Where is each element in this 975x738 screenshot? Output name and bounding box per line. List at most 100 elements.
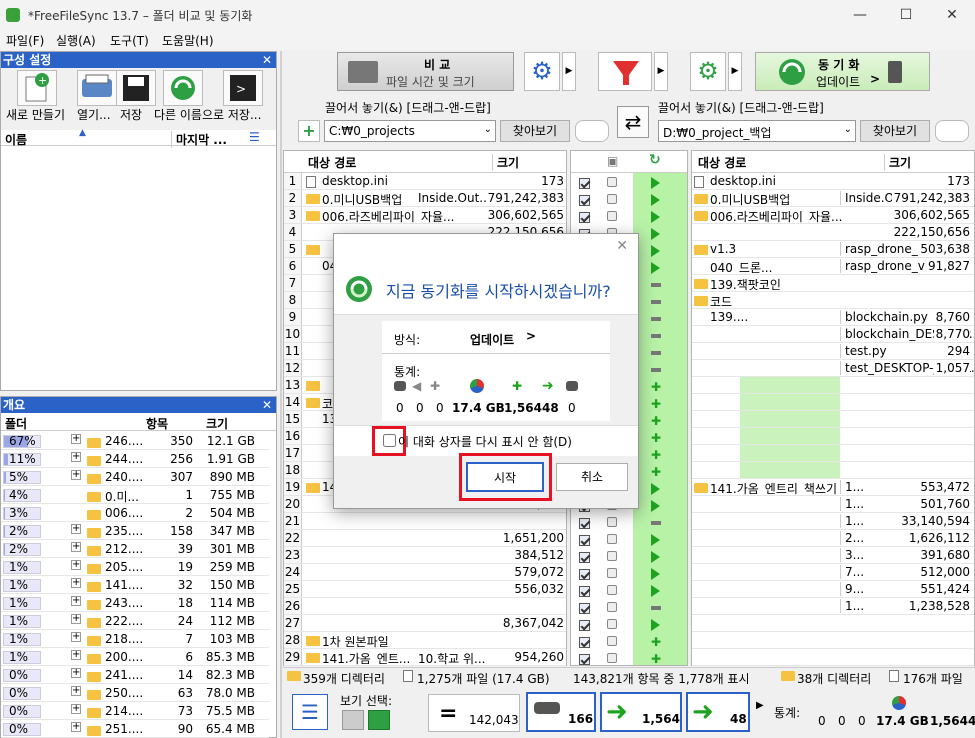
col-last-sync[interactable]: 마지막 ... [171,131,227,148]
overview-row[interactable]: 1% +141.... 32 150 MB [1,577,269,594]
table-row[interactable]: 7... 512,000 [692,564,974,581]
right-cloud-icon[interactable] [935,120,969,142]
select-checkbox[interactable] [579,534,590,548]
select-checkbox[interactable] [579,636,590,650]
select-checkbox[interactable] [579,653,590,667]
table-row[interactable]: 141.가옴_엔트리_책쓰기 1... 553,472 [692,479,974,496]
overview-row[interactable]: 0% +250.... 63 78.0 MB [1,685,269,702]
overview-row[interactable]: 2% +235.... 158 347 MB [1,523,269,540]
minimize-button[interactable]: — [837,0,883,30]
table-row[interactable]: v1.3 rasp_drone_v13.pcb 503,638 [692,241,974,258]
overview-row[interactable]: 67% +246.... 350 12.1 GB [1,433,269,450]
right-col-size[interactable]: 크기 [884,154,911,171]
table-row[interactable]: test.py 294 [692,343,974,360]
table-row[interactable]: blockchain_DESKTOP... 8,770 [692,326,974,343]
table-row[interactable]: desktop.ini 173 [692,173,974,190]
save-as-button[interactable] [163,70,203,106]
middle-row[interactable] [571,175,687,192]
overview-row[interactable]: 1% +222.... 24 112 MB [1,613,269,630]
expand-icon[interactable]: + [71,614,81,624]
table-row[interactable]: 0.미니USB백업 Inside.Out... 791,242,383 [692,190,974,207]
table-row[interactable]: 22 1,651,200 [284,530,566,547]
table-row[interactable]: 1... 501,760 [692,496,974,513]
table-row[interactable]: 3 006.라즈베리파이_자율... 306,602,565 [284,207,566,224]
middle-row[interactable]: ✚ [571,634,687,651]
filter-button[interactable] [598,52,652,91]
overview-row[interactable]: 0% +214.... 73 75.5 MB [1,703,269,720]
file-list-icon[interactable]: ☰ [292,694,328,730]
overview-row[interactable]: 0% +241.... 14 82.3 MB [1,667,269,684]
expand-icon[interactable]: + [71,650,81,660]
middle-row[interactable]: ✚ [571,651,687,668]
table-row[interactable]: 1... 1,238,528 [692,598,974,615]
expand-icon[interactable]: + [71,668,81,678]
table-row[interactable]: 코드 [692,292,974,309]
expand-icon[interactable]: + [71,470,81,480]
expand-icon[interactable]: + [71,722,81,732]
expand-icon[interactable]: + [71,632,81,642]
config-panel-close-icon[interactable]: ✕ [262,52,272,68]
table-row[interactable]: 139.잭팟코인 [692,275,974,292]
table-row[interactable]: 1 desktop.ini 173 [284,173,566,190]
table-row[interactable]: 006.라즈베리파이_자율... 306,602,565 [692,207,974,224]
dont-show-again-checkbox[interactable] [383,434,396,447]
overview-row[interactable]: 1% +218.... 7 103 MB [1,631,269,648]
left-cloud-icon[interactable] [575,120,609,142]
table-row[interactable] [692,462,974,479]
table-row[interactable]: 29 141.가옴_엔트... 10.학교 위... 954,260 [284,649,566,666]
expand-icon[interactable]: + [71,578,81,588]
select-checkbox[interactable] [579,517,590,531]
sync-settings-dropdown-icon[interactable]: ▶ [728,52,742,91]
table-row[interactable]: 1... 33,140,594 [692,513,974,530]
select-checkbox[interactable] [579,211,590,225]
view-action-icon[interactable] [368,710,390,730]
menu-help[interactable]: 도움말(H) [162,32,214,49]
table-row[interactable] [692,428,974,445]
table-row[interactable]: 23 384,512 [284,547,566,564]
filter-create-button[interactable]: ➜ 1,564 [600,692,682,732]
select-checkbox[interactable] [579,585,590,599]
expand-icon[interactable]: + [71,524,81,534]
overview-row[interactable]: 1% +200.... 6 85.3 MB [1,649,269,666]
table-row[interactable]: 24 579,072 [284,564,566,581]
table-row[interactable]: 21 [284,513,566,530]
table-row[interactable]: 3... 391,680 [692,547,974,564]
expand-icon[interactable]: + [71,452,81,462]
menu-tools[interactable]: 도구(T) [110,32,149,49]
dialog-close-icon[interactable]: ✕ [616,238,628,254]
right-folder-input[interactable]: D:₩0_project_백업 ⌄ [658,120,856,142]
table-row[interactable]: 2 0.미니USB백업 Inside.Out... 791,242,383 [284,190,566,207]
filter-dropdown-icon[interactable]: ▶ [654,52,668,91]
table-row[interactable]: 26 [284,598,566,615]
middle-row[interactable] [571,566,687,583]
col-folder[interactable]: 폴더 [5,415,27,432]
more-chevron-icon[interactable]: ▶ [756,700,764,711]
col-items[interactable]: 항목 [146,415,168,432]
select-checkbox[interactable] [579,602,590,616]
select-checkbox[interactable] [579,619,590,633]
overview-row[interactable]: 3% 006.... 2 504 MB [1,505,269,522]
save-as-batch-button[interactable]: > [223,70,263,106]
middle-row[interactable] [571,192,687,209]
overview-row[interactable]: 5% +240.... 307 890 MB [1,469,269,486]
synchronize-button[interactable]: 동 기 화 업데이트 > [755,52,930,91]
left-col-path[interactable]: 대상 경로 [308,154,356,171]
close-button[interactable]: ✕ [929,0,975,30]
middle-row[interactable] [571,515,687,532]
select-checkbox[interactable] [579,551,590,565]
col-size[interactable]: 크기 [206,415,228,432]
compare-settings-gear-icon[interactable]: ⚙ [524,52,560,91]
table-row[interactable]: 28 1차 원본파일 [284,632,566,649]
middle-row[interactable] [571,549,687,566]
expand-icon[interactable]: + [71,434,81,444]
overview-close-icon[interactable]: ✕ [262,397,272,413]
new-config-button[interactable]: + [17,70,57,106]
view-category-icon[interactable] [342,710,364,730]
left-col-size[interactable]: 크기 [492,154,519,171]
swap-sides-icon[interactable]: ⇄ [617,106,649,138]
left-browse-button[interactable]: 찾아보기 [500,120,570,142]
table-row[interactable]: 2... 1,626,112 [692,530,974,547]
expand-icon[interactable]: + [71,686,81,696]
table-row[interactable] [692,445,974,462]
table-row[interactable] [692,632,974,649]
